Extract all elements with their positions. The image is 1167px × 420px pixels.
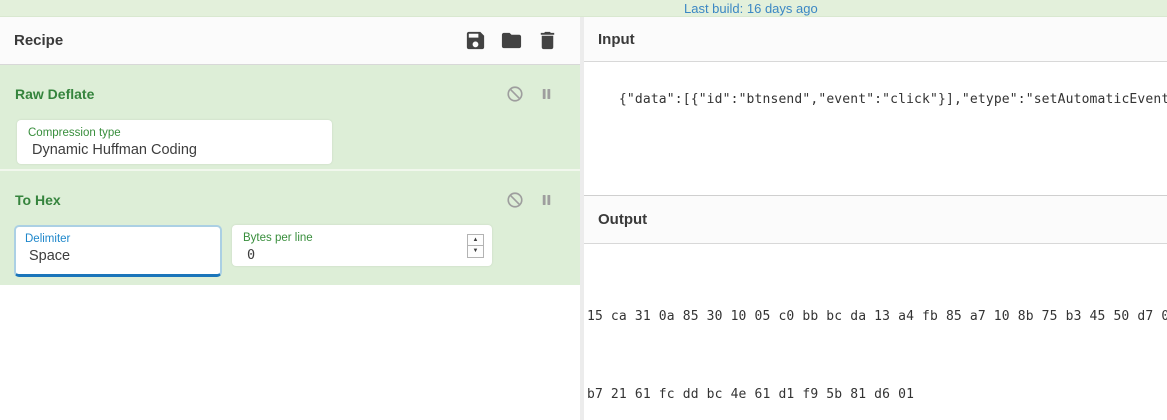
- disable-operation-icon[interactable]: [506, 191, 524, 209]
- disable-operation-icon[interactable]: [506, 85, 524, 103]
- build-banner: Last build: 16 days ago: [0, 0, 1167, 17]
- operation-args: Delimiter Space Bytes per line 0 ▲ ▼: [0, 225, 580, 277]
- input-title: Input: [598, 31, 635, 48]
- operation-to-hex[interactable]: To Hex Delimiter Space Bytes per line 0: [0, 169, 580, 285]
- arg-text: Bytes per line 0: [243, 231, 313, 259]
- number-spinner: ▲ ▼: [467, 234, 484, 258]
- operation-title: To Hex: [15, 192, 61, 208]
- arg-label: Compression type: [28, 126, 320, 140]
- output-line: b7 21 61 fc dd bc 4e 61 d1 f9 5b 81 d6 0…: [587, 382, 1167, 408]
- input-header: Input: [584, 17, 1167, 62]
- save-recipe-icon[interactable]: [463, 29, 487, 53]
- operation-head: Raw Deflate: [0, 65, 580, 103]
- input-textarea[interactable]: {"data":[{"id":"btnsend","event":"click"…: [584, 62, 1167, 195]
- spinner-down-icon[interactable]: ▼: [468, 246, 483, 257]
- arg-value: Space: [25, 247, 210, 266]
- arg-label: Delimiter: [25, 232, 210, 246]
- load-recipe-folder-icon[interactable]: [499, 29, 523, 53]
- recipe-toolbar: [463, 29, 559, 53]
- clear-recipe-trash-icon[interactable]: [535, 29, 559, 53]
- recipe-title: Recipe: [14, 32, 63, 49]
- operation-head: To Hex: [0, 171, 580, 209]
- arg-value: 0: [243, 246, 313, 265]
- spinner-up-icon[interactable]: ▲: [468, 235, 483, 247]
- operation-raw-deflate[interactable]: Raw Deflate Compression type Dynamic Huf…: [0, 65, 580, 169]
- recipe-header: Recipe: [0, 17, 580, 65]
- operation-args: Compression type Dynamic Huffman Coding: [0, 120, 580, 164]
- output-title: Output: [598, 211, 647, 228]
- output-header: Output: [584, 195, 1167, 244]
- input-text: {"data":[{"id":"btnsend","event":"click"…: [619, 92, 1167, 107]
- delimiter-select[interactable]: Delimiter Space: [14, 225, 222, 277]
- operation-controls: [506, 85, 555, 103]
- io-panel: Input {"data":[{"id":"btnsend","event":"…: [584, 17, 1167, 420]
- operation-title: Raw Deflate: [15, 86, 94, 102]
- output-line: 15 ca 31 0a 85 30 10 05 c0 bb bc da 13 a…: [587, 304, 1167, 330]
- operation-controls: [506, 191, 555, 209]
- arg-label: Bytes per line: [243, 231, 313, 245]
- breakpoint-pause-icon[interactable]: [537, 85, 555, 103]
- arg-value: Dynamic Huffman Coding: [28, 141, 320, 160]
- compression-type-select[interactable]: Compression type Dynamic Huffman Coding: [17, 120, 332, 164]
- output-textarea: 15 ca 31 0a 85 30 10 05 c0 bb bc da 13 a…: [584, 244, 1167, 420]
- last-build-status: Last build: 16 days ago: [684, 1, 818, 16]
- recipe-panel: Recipe Raw Deflate: [0, 17, 580, 420]
- breakpoint-pause-icon[interactable]: [537, 191, 555, 209]
- bytes-per-line-input[interactable]: Bytes per line 0 ▲ ▼: [232, 225, 492, 266]
